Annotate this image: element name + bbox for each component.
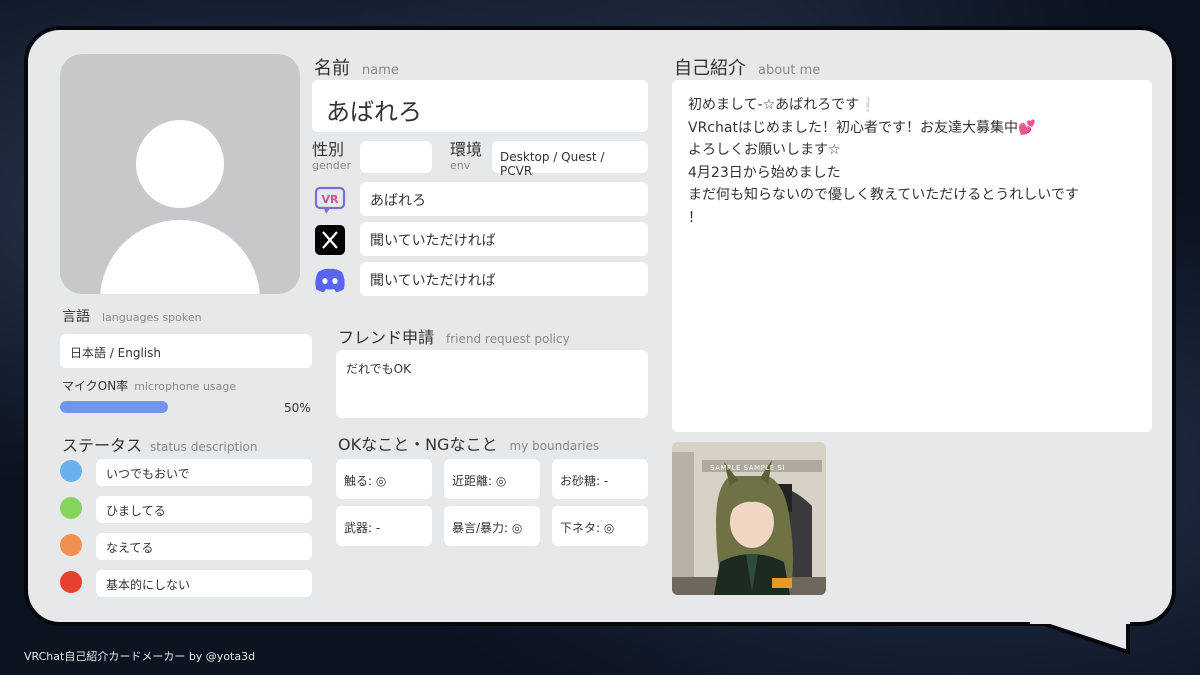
env-label-en: env xyxy=(450,159,471,172)
languages-label-jp: 言語 xyxy=(62,309,90,325)
avatar-head xyxy=(136,120,224,208)
env-label: 環境 env xyxy=(450,140,483,172)
about-label-en: about me xyxy=(758,63,821,78)
status-text-idle[interactable]: ひましてる xyxy=(96,496,312,523)
gender-field[interactable] xyxy=(360,141,432,173)
about-line: ！ xyxy=(688,209,702,226)
x-icon xyxy=(313,223,347,257)
status-dot-available xyxy=(60,460,82,482)
env-label-jp: 環境 xyxy=(450,140,483,159)
status-label-en: status description xyxy=(150,440,258,454)
about-label: 自己紹介 about me xyxy=(674,54,820,80)
avatar-body xyxy=(100,220,260,294)
gender-label-jp: 性別 xyxy=(312,140,345,159)
avatar-placeholder xyxy=(60,54,300,294)
boundary-touch[interactable]: 触る: ◎ xyxy=(336,459,432,499)
about-label-jp: 自己紹介 xyxy=(674,58,746,79)
about-line: よろしくお願いします☆ xyxy=(688,142,841,158)
mic-bar-track xyxy=(60,401,276,413)
status-text-tired[interactable]: なえてる xyxy=(96,533,312,560)
boundary-dirty-jokes[interactable]: 下ネタ: ◎ xyxy=(552,506,648,546)
discord-icon xyxy=(313,263,347,297)
mic-label: マイクON率 microphone usage xyxy=(62,377,236,394)
gender-label: 性別 gender xyxy=(312,140,351,172)
friend-policy-field[interactable]: だれでもOK xyxy=(336,350,648,418)
status-dot-idle xyxy=(60,497,82,519)
boundaries-label-en: my boundaries xyxy=(509,439,600,453)
env-field[interactable]: Desktop / Quest / PCVR xyxy=(492,141,648,178)
svg-text:VR: VR xyxy=(322,193,340,206)
name-label-jp: 名前 xyxy=(314,58,350,79)
x-id-field[interactable]: 聞いていただければ xyxy=(360,222,648,256)
footer-credit: VRChat自己紹介カードメーカー by @yota3d xyxy=(24,650,256,663)
boundary-weapons[interactable]: 武器: - xyxy=(336,506,432,546)
name-label: 名前 name xyxy=(314,54,399,80)
status-label: ステータス status description xyxy=(62,432,257,456)
friend-label-jp: フレンド申請 xyxy=(338,328,435,347)
avatar-photo: SAMPLE SAMPLE SI xyxy=(672,442,826,595)
status-text-busy[interactable]: 基本的にしない xyxy=(96,570,312,597)
friend-label: フレンド申請 friend request policy xyxy=(338,324,570,348)
about-line: まだ何も知らないので優しく教えていただけるとうれしいです xyxy=(688,187,1079,203)
boundary-abuse[interactable]: 暴言/暴力: ◎ xyxy=(444,506,540,546)
name-label-en: name xyxy=(362,63,399,78)
vrchat-id-field[interactable]: あばれろ xyxy=(360,182,648,216)
mic-label-jp: マイクON率 xyxy=(62,379,129,393)
boundary-sugar[interactable]: お砂糖: - xyxy=(552,459,648,499)
about-line: VRchatはじめました！初心者です！お友達大募集中💕 xyxy=(688,119,1036,136)
languages-label: 言語 languages spoken xyxy=(62,306,202,326)
languages-field[interactable]: 日本語 / English xyxy=(60,334,312,368)
mic-bar-fill xyxy=(60,401,168,413)
gender-label-en: gender xyxy=(312,159,351,172)
vrchat-icon: VR xyxy=(313,183,347,217)
mic-label-en: microphone usage xyxy=(134,380,237,393)
boundary-proximity[interactable]: 近距離: ◎ xyxy=(444,459,540,499)
languages-label-en: languages spoken xyxy=(102,311,202,324)
about-line: 4月23日から始めました xyxy=(688,164,841,181)
status-text-available[interactable]: いつでもおいで xyxy=(96,459,312,486)
friend-label-en: friend request policy xyxy=(446,332,570,346)
boundaries-label-jp: OKなこと・NGなこと xyxy=(338,435,498,454)
status-dot-tired xyxy=(60,534,82,556)
status-label-jp: ステータス xyxy=(62,436,143,455)
photo-sign-text: SAMPLE SAMPLE SI xyxy=(710,464,785,472)
speech-bubble-tail xyxy=(1030,618,1130,654)
about-line: 初めまして-☆あばれろです❕ xyxy=(688,97,877,113)
name-field[interactable]: あばれろ xyxy=(312,80,648,132)
status-dot-busy xyxy=(60,571,82,593)
discord-id-field[interactable]: 聞いていただければ xyxy=(360,262,648,296)
about-text-field[interactable]: 初めまして-☆あばれろです❕ VRchatはじめました！初心者です！お友達大募集… xyxy=(672,80,1152,432)
boundaries-label: OKなこと・NGなこと my boundaries xyxy=(338,431,599,455)
mic-percent: 50% xyxy=(284,401,311,415)
